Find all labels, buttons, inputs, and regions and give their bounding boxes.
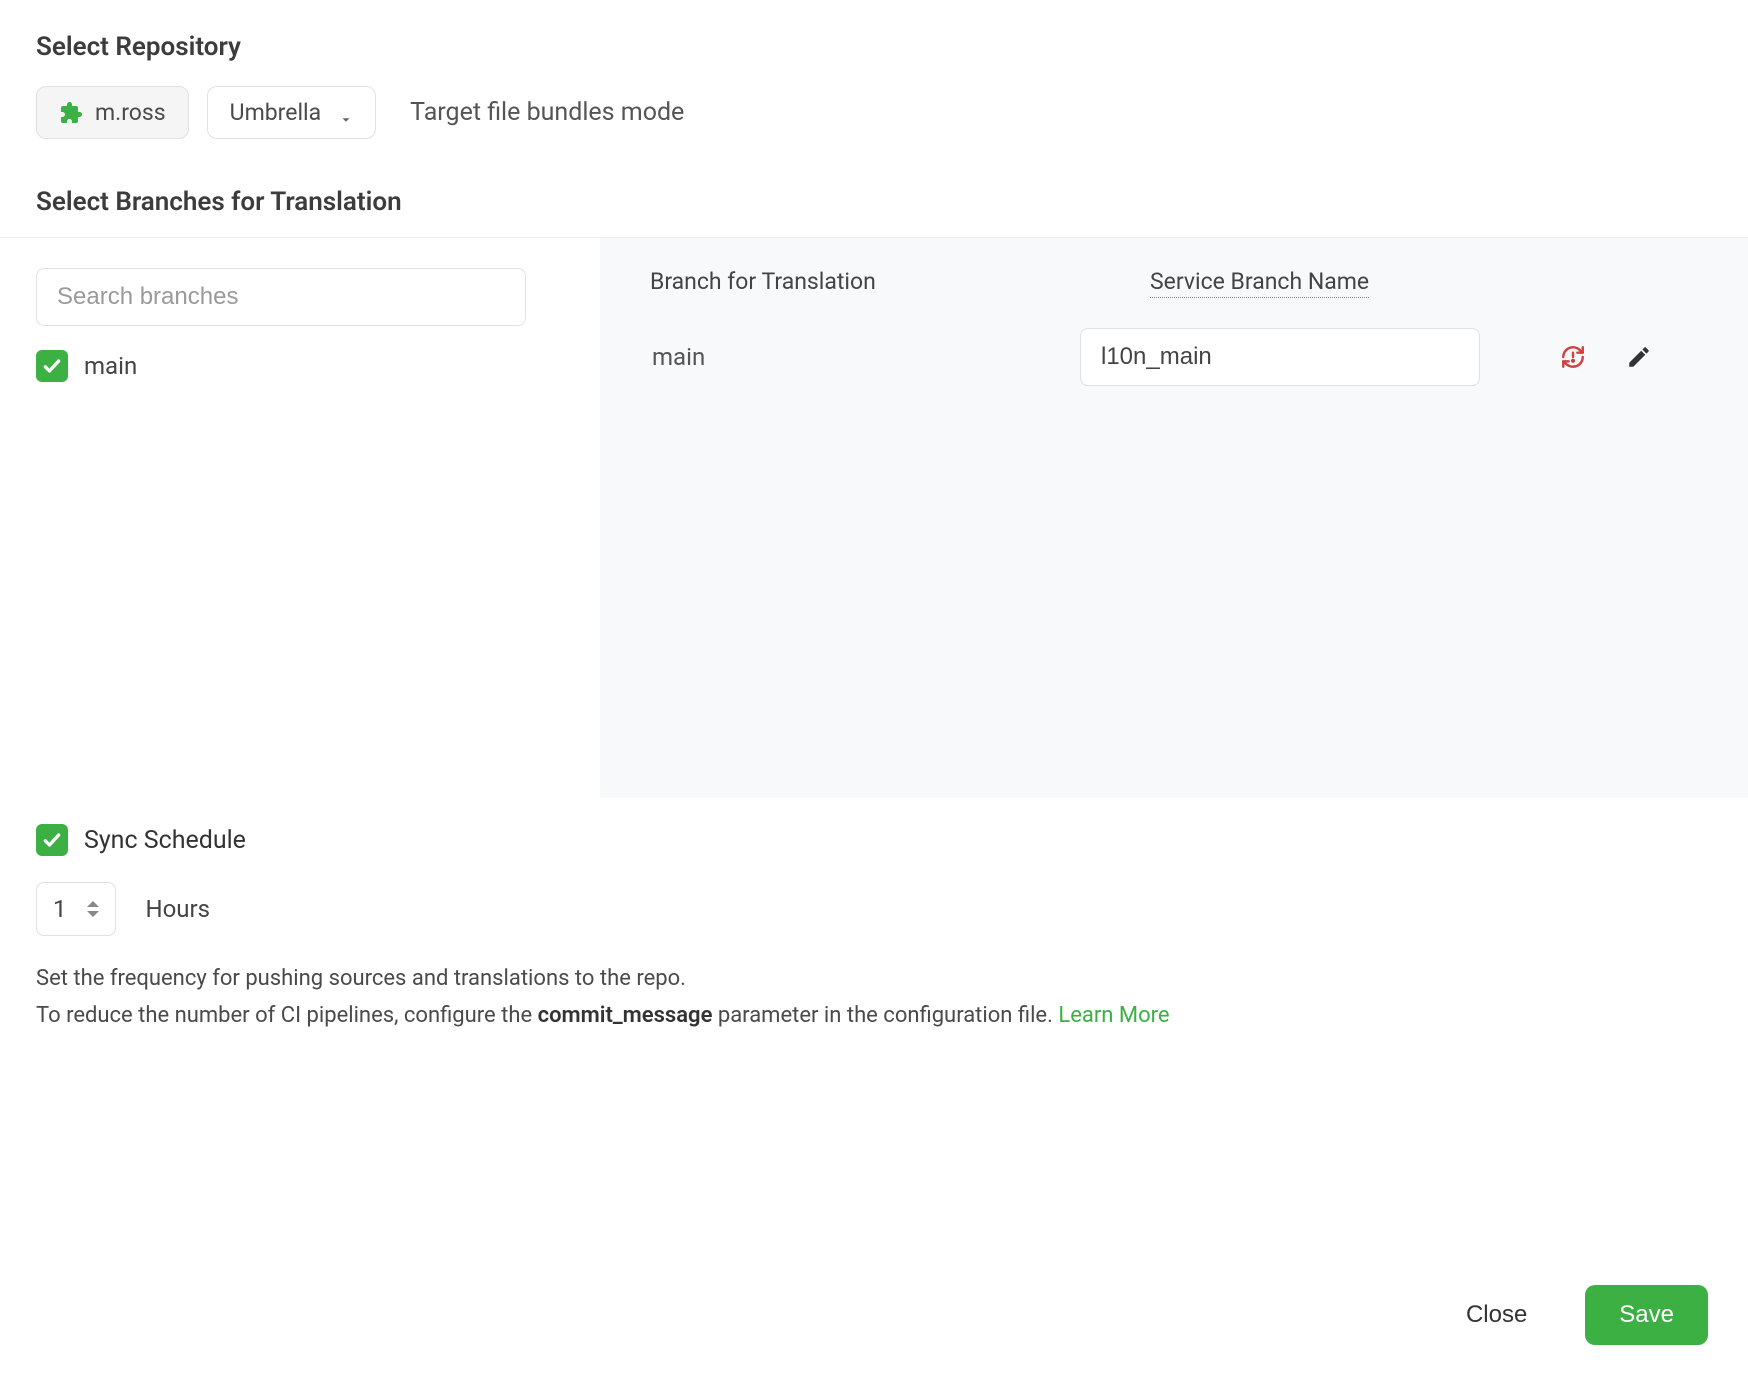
repo-owner-pill[interactable]: m.ross bbox=[36, 86, 189, 139]
repo-owner-label: m.ross bbox=[95, 99, 166, 126]
stepper-arrows[interactable] bbox=[87, 901, 99, 917]
branches-area: main Branch for Translation Service Bran… bbox=[0, 237, 1748, 798]
help-suffix: parameter in the configuration file. bbox=[712, 1003, 1058, 1028]
branch-checkbox[interactable] bbox=[36, 350, 68, 382]
column-branch-for-translation: Branch for Translation bbox=[650, 268, 1030, 298]
branch-name-label: main bbox=[650, 343, 1030, 371]
sync-help-text: Set the frequency for pushing sources an… bbox=[36, 960, 1712, 1035]
sync-schedule-row: Sync Schedule bbox=[36, 824, 1712, 856]
help-line2: To reduce the number of CI pipelines, co… bbox=[36, 997, 1712, 1034]
branch-item-label: main bbox=[84, 352, 137, 380]
repo-row: m.ross Umbrella Target file bundles mode bbox=[36, 86, 1712, 139]
puzzle-icon bbox=[59, 101, 83, 125]
help-prefix: To reduce the number of CI pipelines, co… bbox=[36, 1003, 538, 1028]
interval-stepper[interactable]: 1 bbox=[36, 882, 116, 936]
row-actions bbox=[1560, 344, 1652, 370]
search-branches-input[interactable] bbox=[36, 268, 526, 326]
column-service-branch-name[interactable]: Service Branch Name bbox=[1150, 268, 1369, 298]
branch-config-headers: Branch for Translation Service Branch Na… bbox=[650, 268, 1698, 298]
footer-actions: Close Save bbox=[1448, 1285, 1708, 1345]
branch-config-row: main bbox=[650, 328, 1698, 386]
chevron-down-icon bbox=[339, 106, 353, 120]
learn-more-link[interactable]: Learn More bbox=[1058, 1003, 1169, 1028]
branch-item[interactable]: main bbox=[36, 350, 564, 382]
interval-value: 1 bbox=[53, 895, 67, 923]
sync-alert-icon[interactable] bbox=[1560, 344, 1586, 370]
branches-list-panel: main bbox=[0, 238, 600, 798]
repo-project-label: Umbrella bbox=[230, 99, 321, 126]
target-mode-label: Target file bundles mode bbox=[410, 98, 684, 127]
sync-schedule-checkbox[interactable] bbox=[36, 824, 68, 856]
interval-unit-label: Hours bbox=[146, 895, 211, 923]
service-branch-input[interactable] bbox=[1080, 328, 1480, 386]
commit-message-param: commit_message bbox=[538, 1003, 713, 1028]
close-button[interactable]: Close bbox=[1448, 1287, 1545, 1343]
select-repository-heading: Select Repository bbox=[36, 32, 1712, 62]
pencil-icon[interactable] bbox=[1626, 344, 1652, 370]
save-button[interactable]: Save bbox=[1585, 1285, 1708, 1345]
interval-row: 1 Hours bbox=[36, 882, 1712, 936]
sync-schedule-label: Sync Schedule bbox=[84, 826, 246, 855]
sync-section: Sync Schedule 1 Hours Set the frequency … bbox=[36, 798, 1712, 1059]
select-branches-heading: Select Branches for Translation bbox=[36, 187, 1712, 217]
repo-project-dropdown[interactable]: Umbrella bbox=[207, 86, 376, 139]
help-line1: Set the frequency for pushing sources an… bbox=[36, 960, 1712, 997]
branch-config-panel: Branch for Translation Service Branch Na… bbox=[600, 238, 1748, 798]
